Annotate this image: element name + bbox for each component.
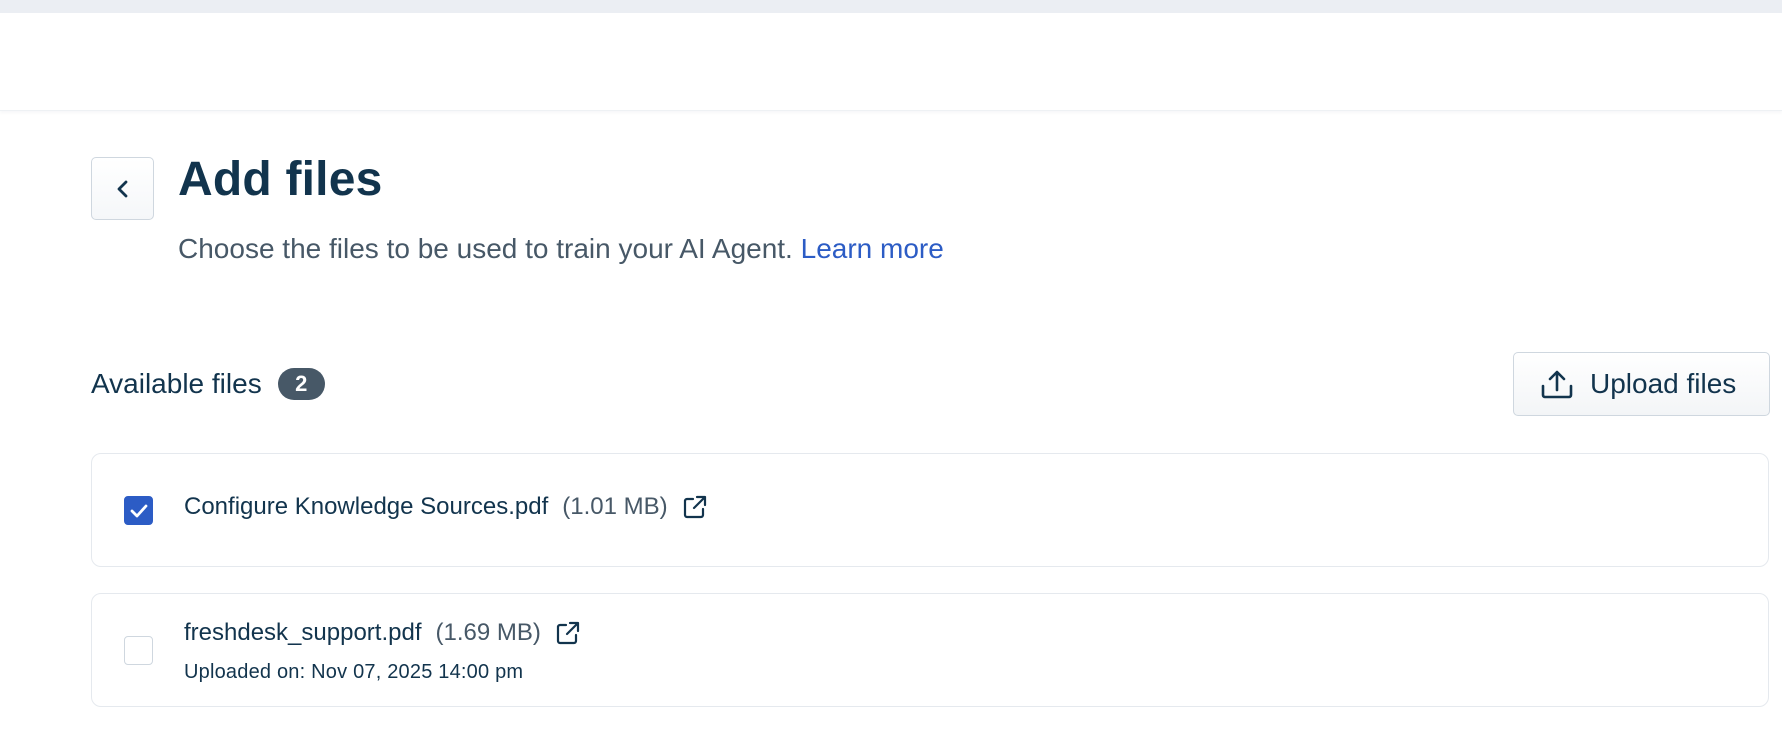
external-link-icon[interactable]: [682, 494, 708, 520]
file-name: freshdesk_support.pdf: [184, 619, 422, 646]
files-count-badge: 2: [277, 368, 325, 400]
upload-icon: [1541, 370, 1573, 399]
file-card: Configure Knowledge Sources.pdf (1.01 MB…: [91, 453, 1769, 567]
page-subtitle: Choose the files to be used to train you…: [178, 233, 944, 265]
upload-files-button[interactable]: Upload files: [1513, 352, 1770, 416]
top-strip: [0, 0, 1782, 13]
file-size: (1.69 MB): [435, 619, 541, 646]
file-checkbox[interactable]: [124, 496, 153, 525]
file-info: Configure Knowledge Sources.pdf (1.01 MB…: [184, 493, 708, 521]
file-card: freshdesk_support.pdf (1.69 MB) Uploaded…: [91, 593, 1769, 707]
back-button[interactable]: [91, 157, 154, 220]
file-checkbox[interactable]: [124, 636, 153, 665]
available-files-header: Available files 2: [91, 368, 325, 400]
file-uploaded-on: Uploaded on: Nov 07, 2025 14:00 pm: [184, 661, 524, 683]
available-files-label: Available files: [91, 368, 262, 399]
subtitle-text: Choose the files to be used to train you…: [178, 233, 793, 264]
learn-more-link[interactable]: Learn more: [801, 233, 944, 264]
file-size: (1.01 MB): [562, 493, 668, 520]
file-info: freshdesk_support.pdf (1.69 MB): [184, 619, 581, 647]
chevron-left-icon: [117, 180, 127, 197]
check-icon: [130, 504, 147, 517]
external-link-icon[interactable]: [555, 620, 581, 646]
header-bar: [0, 13, 1782, 111]
page-title: Add files: [178, 153, 383, 206]
file-name: Configure Knowledge Sources.pdf: [184, 493, 549, 520]
upload-files-label: Upload files: [1590, 368, 1737, 399]
